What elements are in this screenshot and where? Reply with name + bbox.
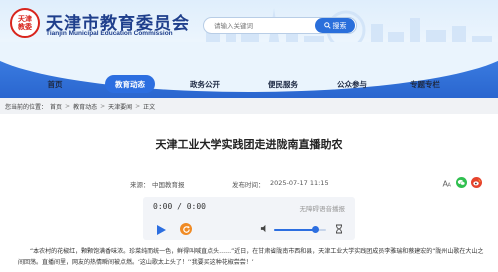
article-title: 天津工业大学实践团走进陇南直播助农 (155, 138, 343, 151)
logo-text-line-2: 教委 (18, 23, 32, 31)
breadcrumb-separator: > (100, 102, 106, 110)
nav-item-public-participation[interactable]: 公众参与 (327, 75, 377, 93)
accessibility-voice-broadcast-label[interactable]: 无障碍语音播报 (300, 203, 346, 213)
breadcrumb-tianjin-news[interactable]: 天津要闻 (108, 102, 132, 111)
nav-item-public-services[interactable]: 便民服务 (258, 75, 308, 93)
breadcrumb-home[interactable]: 首页 (50, 102, 62, 111)
font-size-icon[interactable]: AA (441, 177, 452, 188)
logo-text-line-1: 天津 (18, 15, 32, 23)
volume-slider[interactable] (274, 226, 326, 233)
breadcrumb-education-news[interactable]: 教育动态 (73, 102, 97, 111)
breadcrumb: 您当前的位置： 首页 > 教育动态 > 天津要闻 > 正文 (0, 98, 498, 114)
search-button-label: 搜索 (332, 21, 347, 30)
breadcrumb-separator: > (135, 102, 141, 110)
breadcrumb-prefix: 您当前的位置： (5, 103, 48, 111)
wechat-share-icon[interactable] (456, 177, 467, 188)
hourglass-icon[interactable] (335, 224, 343, 234)
site-name-en: Tianjin Municipal Education Commission (46, 30, 173, 37)
volume-icon[interactable] (260, 224, 269, 233)
weibo-share-icon[interactable] (471, 177, 482, 188)
nav-item-education-news[interactable]: 教育动态 (105, 75, 155, 93)
search-box: 搜索 (203, 17, 357, 34)
nav-item-government-affairs[interactable]: 政务公开 (180, 75, 230, 93)
audio-time-display: 0:00 / 0:00 (153, 202, 206, 211)
volume-slider-fill (274, 229, 315, 231)
nav-item-home[interactable]: 首页 (30, 75, 80, 93)
search-button[interactable]: 搜索 (315, 18, 355, 33)
replay-icon[interactable] (180, 223, 192, 235)
breadcrumb-separator: > (65, 102, 71, 110)
breadcrumb-current: 正文 (143, 103, 156, 111)
date-value: 2025-07-17 11:15 (270, 179, 329, 187)
site-logo[interactable]: 天津 教委 (10, 8, 40, 38)
play-icon[interactable] (155, 224, 167, 236)
date-label: 发布时间： (232, 181, 265, 189)
source-label: 来源： (130, 181, 150, 189)
main-nav: 首页 教育动态 政务公开 便民服务 公众参与 专题专栏 (0, 42, 498, 98)
svg-text:A: A (447, 182, 451, 188)
search-icon (323, 22, 331, 29)
volume-slider-knob[interactable] (311, 226, 319, 233)
article-meta: 来源： 中国教育报 发布时间： 2025-07-17 11:15 AA (16, 175, 482, 191)
nav-item-special-topics[interactable]: 专题专栏 (400, 75, 450, 93)
audio-player: 0:00 / 0:00 无障碍语音播报 (143, 197, 355, 240)
source-value: 中国教育报 (152, 181, 185, 189)
search-input[interactable] (204, 18, 315, 33)
article-body: “本农村的花椒红，颗颗饱满香味浓。珍菜纯而统一色，鲜得叫喊直点头……”近日，在甘… (18, 248, 484, 266)
